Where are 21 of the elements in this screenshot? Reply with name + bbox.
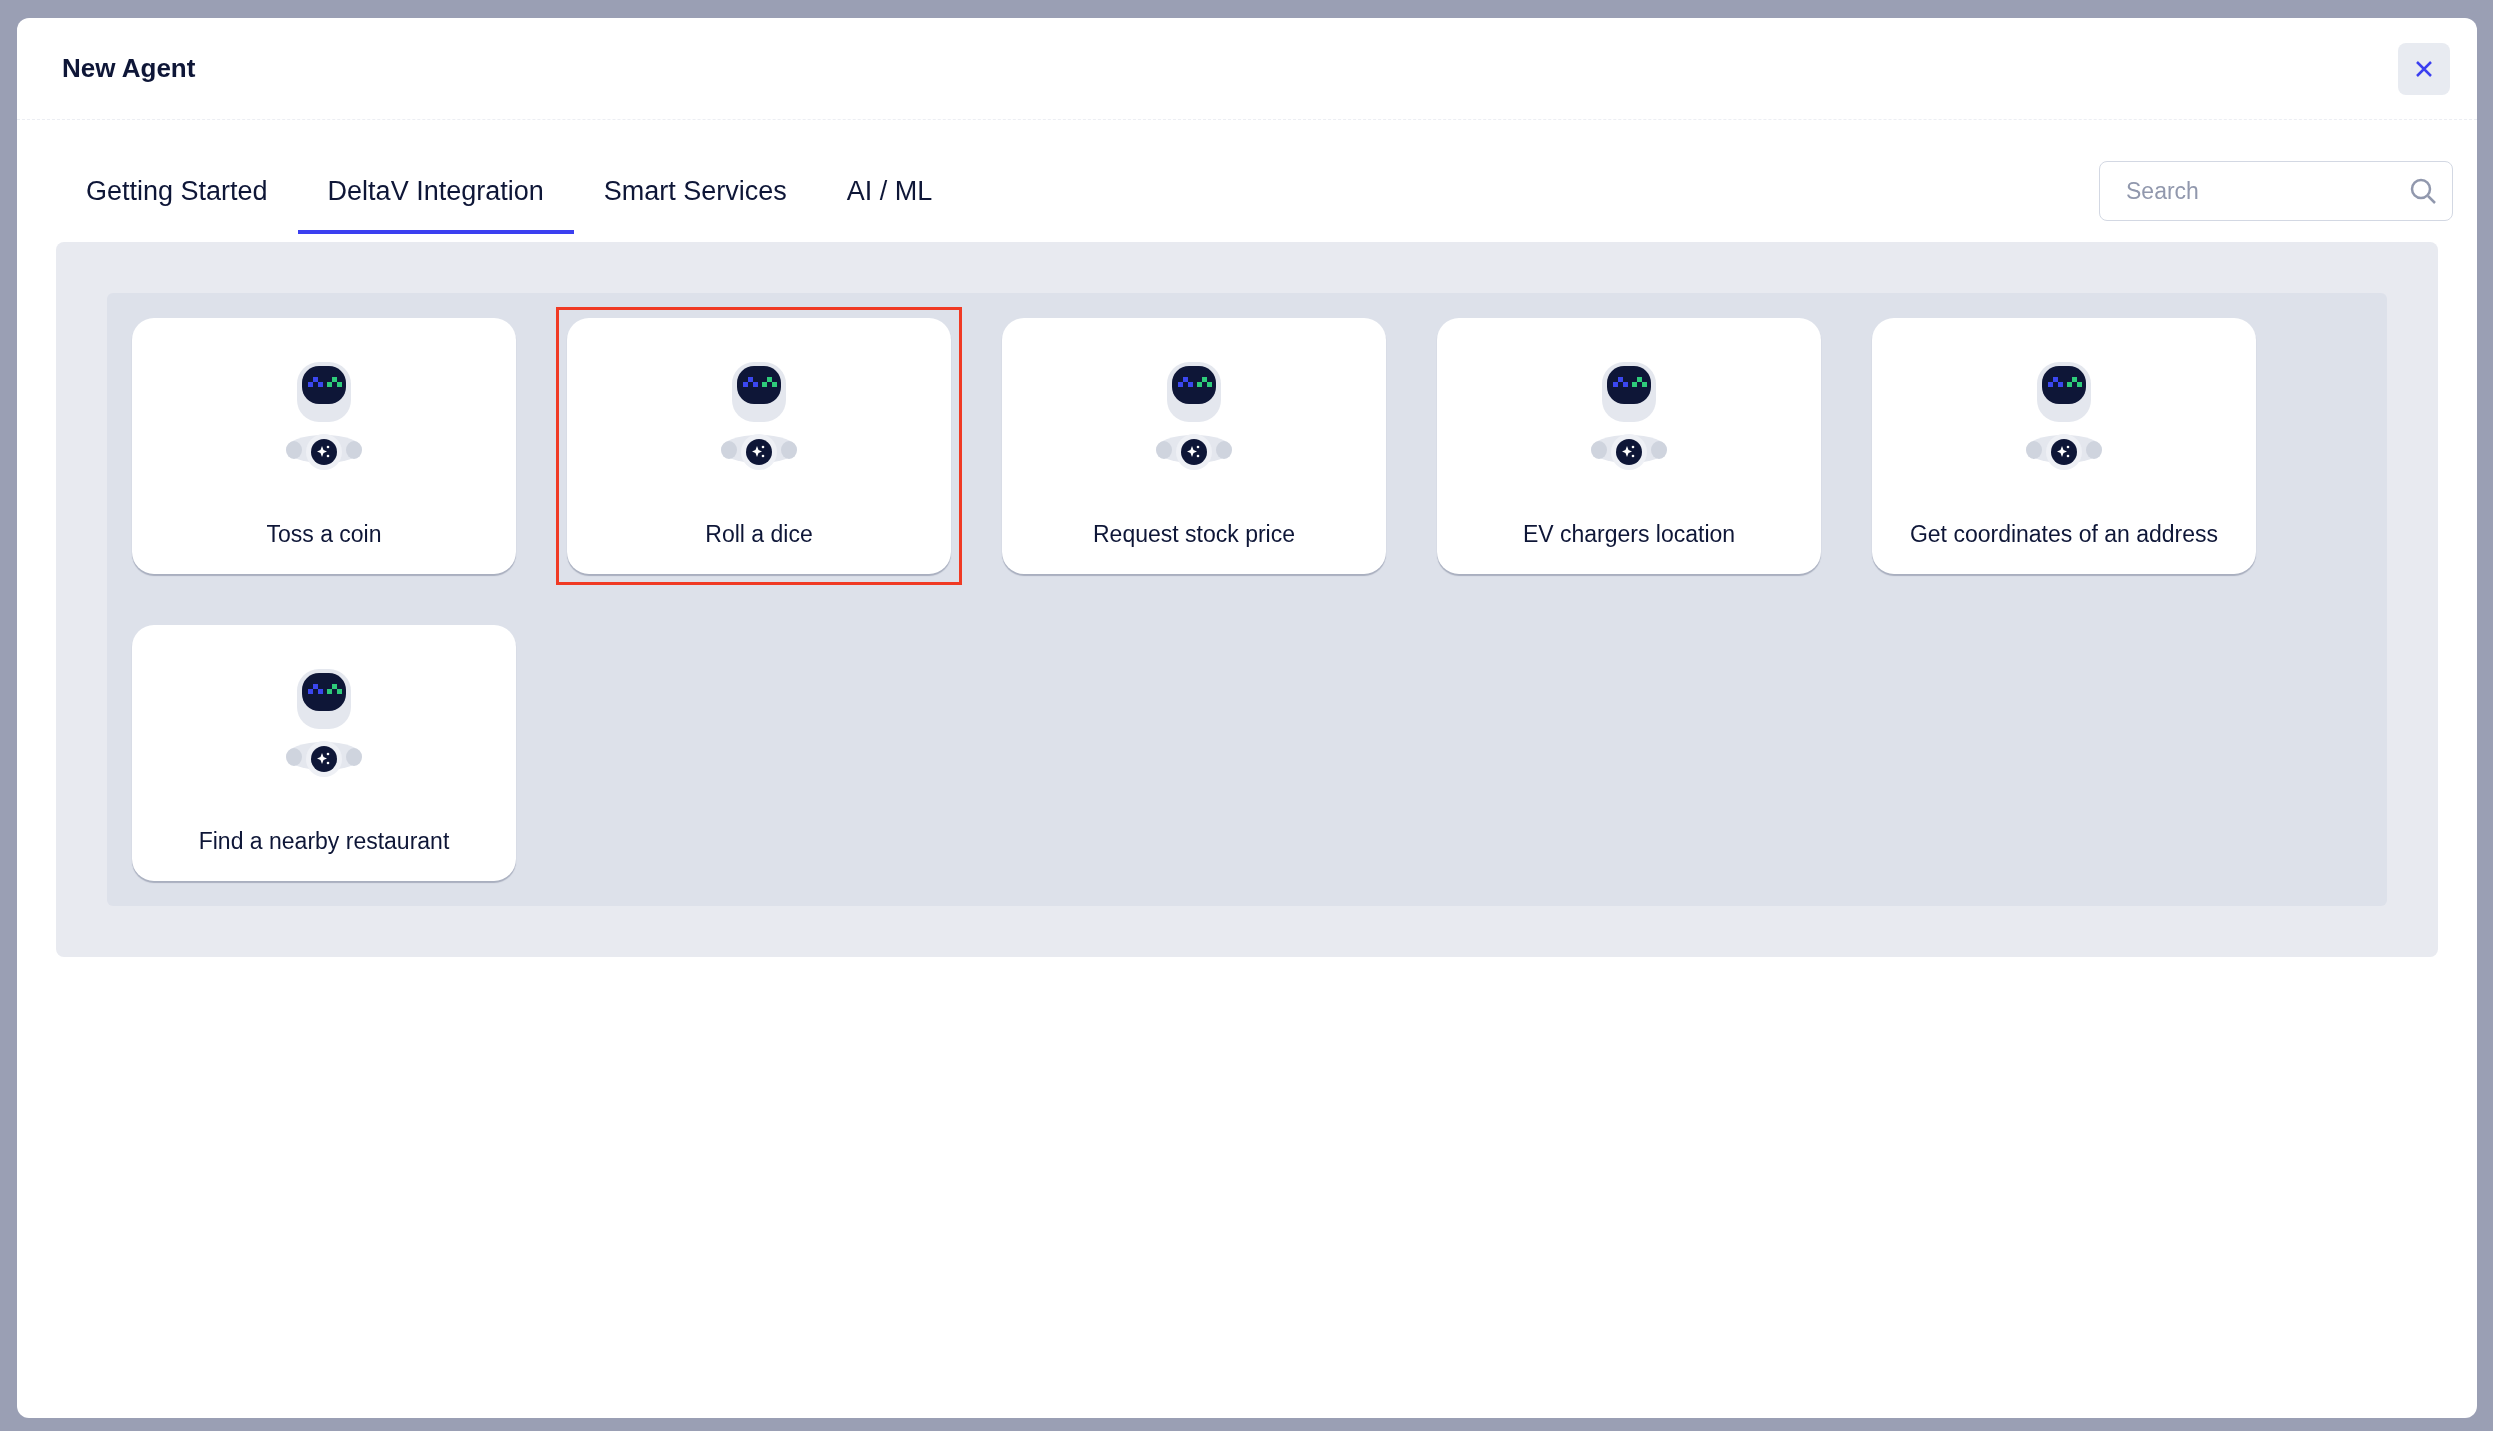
robot-icon (284, 669, 364, 779)
tab[interactable]: DeltaV Integration (297, 152, 574, 234)
robot-icon (1154, 362, 1234, 472)
agent-card[interactable]: Roll a dice (567, 318, 951, 574)
tab[interactable]: AI / ML (816, 152, 963, 234)
agent-card[interactable]: Request stock price (1002, 318, 1386, 574)
agent-card[interactable]: Find a nearby restaurant (132, 625, 516, 881)
agent-card[interactable]: EV chargers location (1437, 318, 1821, 574)
robot-icon (2024, 362, 2104, 472)
tab[interactable]: Smart Services (573, 152, 817, 234)
close-button[interactable] (2398, 42, 2450, 95)
tab[interactable]: Getting Started (56, 152, 298, 234)
close-icon (2415, 59, 2433, 78)
dialog-title: New Agent (62, 52, 196, 85)
robot-icon (284, 362, 364, 472)
agent-card[interactable]: Toss a coin (132, 318, 516, 574)
search-field[interactable]: Search (2099, 161, 2453, 221)
search-icon (2409, 177, 2437, 205)
agent-card[interactable]: Get coordinates of an address (1872, 318, 2256, 574)
robot-icon (719, 362, 799, 472)
robot-icon (1589, 362, 1669, 472)
